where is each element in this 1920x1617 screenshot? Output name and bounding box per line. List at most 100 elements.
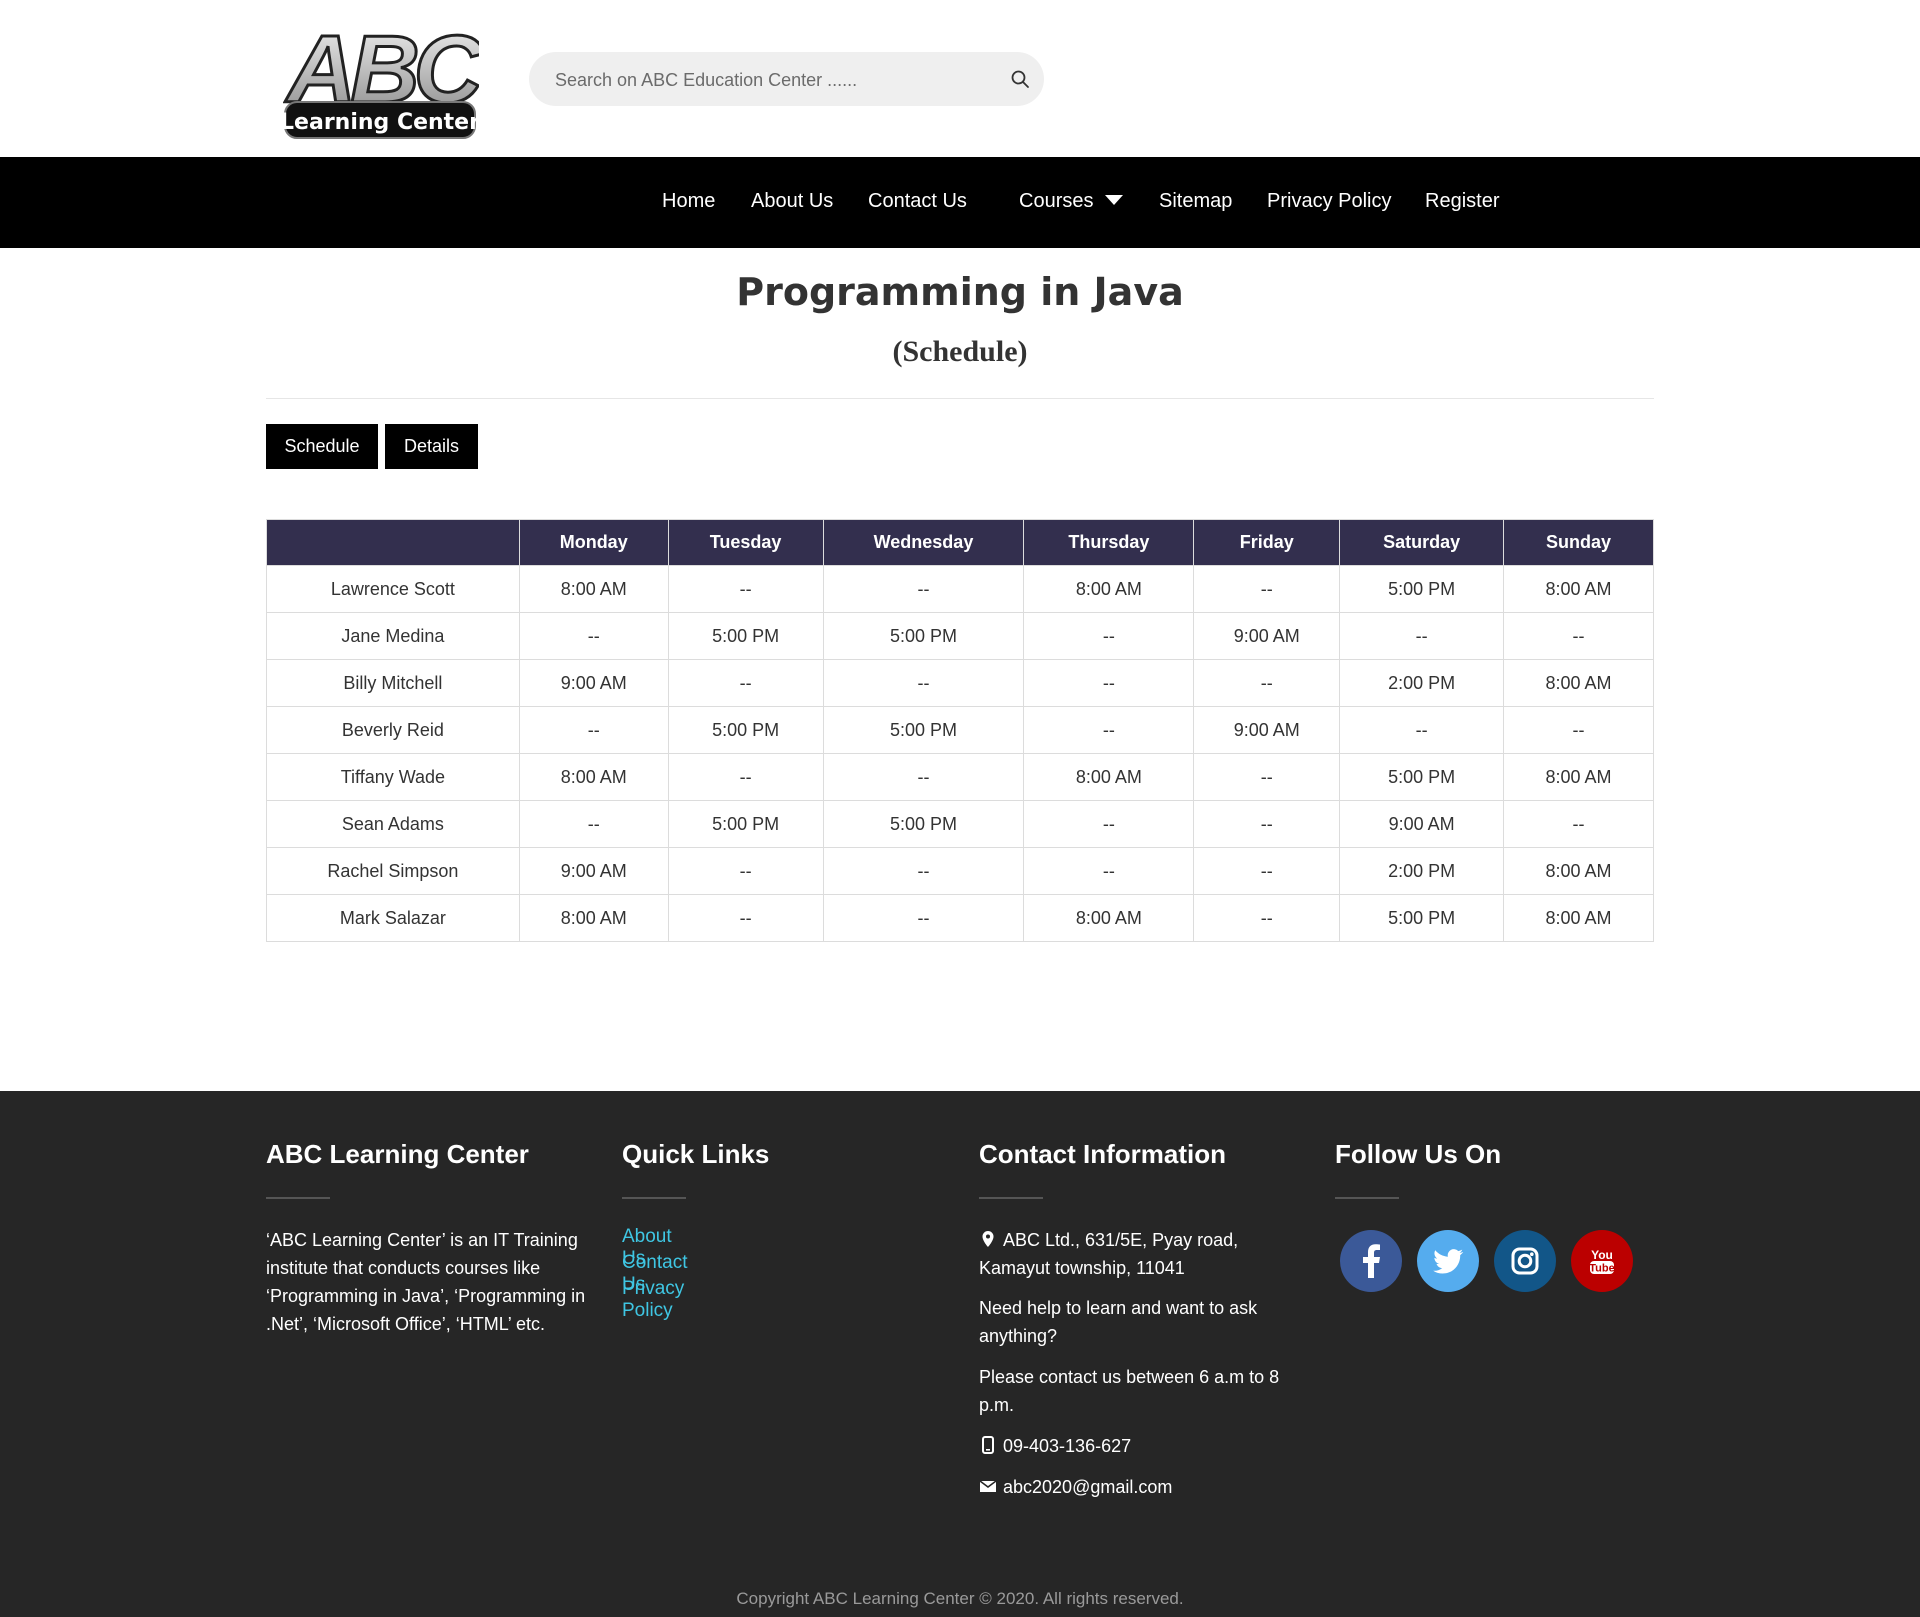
schedule-time-cell: -- [1339, 612, 1505, 660]
schedule-time-cell: -- [667, 659, 824, 707]
svg-text:Learning Center: Learning Center [283, 110, 479, 135]
search-icon[interactable] [1010, 69, 1030, 89]
schedule-time-cell: 2:00 PM [1339, 847, 1505, 895]
contact-phone-text: 09-403-136-627 [1003, 1436, 1132, 1456]
schedule-time-cell: 5:00 PM [667, 612, 824, 660]
footer-follow-heading: Follow Us On [1335, 1139, 1502, 1169]
table-header-cell: Saturday [1339, 519, 1505, 566]
contact-address-text: ABC Ltd., 631/5E, Pyay road, Kamayut tow… [979, 1230, 1239, 1278]
instructor-name-cell: Lawrence Scott [266, 565, 520, 613]
search-input[interactable] [553, 52, 987, 108]
instructor-name-cell: Rachel Simpson [266, 847, 520, 895]
table-header-cell: Sunday [1503, 519, 1654, 566]
schedule-time-cell: -- [1023, 612, 1195, 660]
schedule-time-cell: 9:00 AM [518, 659, 669, 707]
twitter-icon [1417, 1230, 1479, 1292]
svg-text:Tube: Tube [1589, 1263, 1614, 1275]
table-row: Lawrence Scott 8:00 AM -- -- 8:00 AM -- 5:00 P… [266, 565, 1654, 613]
instagram-link[interactable] [1494, 1230, 1556, 1292]
table-row: Sean Adams -- 5:00 PM 5:00 PM -- -- 9:00 AM -- [266, 800, 1654, 848]
table-header-cell: Thursday [1023, 519, 1195, 566]
schedule-time-cell: 8:00 AM [1503, 565, 1654, 613]
schedule-time-cell: 8:00 AM [518, 894, 669, 942]
nav-contact-us[interactable]: Contact Us [868, 157, 967, 248]
schedule-time-cell: -- [667, 565, 824, 613]
schedule-time-cell: 8:00 AM [1503, 659, 1654, 707]
nav-courses-label: Courses [1019, 190, 1094, 212]
nav-about-us[interactable]: About Us [751, 157, 833, 248]
youtube-icon: You Tube [1571, 1230, 1633, 1292]
search-bar [529, 52, 1044, 108]
table-header-cell: Wednesday [822, 519, 1025, 566]
nav-privacy-policy[interactable]: Privacy Policy [1267, 157, 1391, 248]
schedule-time-cell: -- [1503, 800, 1654, 848]
contact-hours: Please contact us between 6 a.m to 8 p.m… [979, 1367, 1280, 1415]
schedule-time-cell: -- [822, 847, 1025, 895]
table-row: Billy Mitchell 9:00 AM -- -- -- -- 2:00 PM 8:00… [266, 659, 1654, 707]
schedule-time-cell: 8:00 AM [1023, 753, 1195, 801]
nav-sitemap[interactable]: Sitemap [1159, 157, 1232, 248]
page-title: Programming in Java [736, 270, 1184, 314]
schedule-table: Monday Tuesday Wednesday Thursday Friday… [266, 519, 1654, 942]
schedule-time-cell: -- [1023, 659, 1195, 707]
main-nav: Home About Us Contact Us Courses Sitemap… [0, 157, 1920, 248]
schedule-time-cell: 8:00 AM [1023, 894, 1195, 942]
schedule-time-cell: -- [822, 894, 1025, 942]
schedule-time-cell: -- [667, 847, 824, 895]
schedule-time-cell: 9:00 AM [518, 847, 669, 895]
tab-details[interactable]: Details [385, 424, 478, 469]
table-row: Mark Salazar 8:00 AM -- -- 8:00 AM -- 5:00 PM 8… [266, 894, 1654, 942]
nav-register[interactable]: Register [1425, 157, 1499, 248]
schedule-time-cell: 5:00 PM [822, 612, 1025, 660]
schedule-time-cell: 5:00 PM [667, 706, 824, 754]
instructor-name-cell: Mark Salazar [266, 894, 520, 942]
tab-schedule[interactable]: Schedule [266, 424, 378, 469]
map-marker-icon [982, 1231, 994, 1247]
instructor-name-cell: Jane Medina [266, 612, 520, 660]
schedule-time-cell: 9:00 AM [1193, 706, 1341, 754]
youtube-link[interactable]: You Tube [1571, 1230, 1633, 1292]
table-row: Rachel Simpson 9:00 AM -- -- -- -- 2:00 PM 8:00… [266, 847, 1654, 895]
schedule-time-cell: -- [1023, 847, 1195, 895]
heading-underline [1335, 1197, 1399, 1199]
table-header-cell [266, 519, 520, 566]
schedule-time-cell: 8:00 AM [518, 565, 669, 613]
contact-email-text: abc2020@gmail.com [1003, 1477, 1173, 1497]
schedule-table-body: Lawrence Scott 8:00 AM -- -- 8:00 AM -- 5:00 P… [266, 565, 1654, 942]
schedule-time-cell: 5:00 PM [1339, 894, 1505, 942]
site-header: ABC Learning Center [0, 0, 1920, 157]
schedule-time-cell: -- [1193, 894, 1341, 942]
site-footer: ABC Learning Center ‘ABC Learning Center… [0, 1091, 1920, 1617]
schedule-time-cell: -- [518, 612, 669, 660]
caret-down-icon [1105, 195, 1124, 205]
envelope-icon [979, 1480, 997, 1492]
facebook-icon [1340, 1230, 1402, 1292]
footer-about-heading: ABC Learning Center [266, 1139, 529, 1169]
divider [266, 398, 1654, 399]
schedule-time-cell: -- [1503, 706, 1654, 754]
contact-address: ABC Ltd., 631/5E, Pyay road, Kamayut tow… [979, 1226, 1299, 1282]
schedule-time-cell: -- [1023, 800, 1195, 848]
schedule-time-cell: 5:00 PM [822, 800, 1025, 848]
twitter-link[interactable] [1417, 1230, 1479, 1292]
site-logo[interactable]: ABC Learning Center [280, 15, 492, 142]
nav-courses[interactable]: Courses [1019, 157, 1124, 248]
schedule-time-cell: -- [822, 659, 1025, 707]
contact-email: abc2020@gmail.com [979, 1473, 1299, 1501]
facebook-link[interactable] [1340, 1230, 1402, 1292]
schedule-time-cell: 8:00 AM [1023, 565, 1195, 613]
schedule-time-cell: 8:00 AM [1503, 753, 1654, 801]
contact-help: Need help to learn and want to ask anyth… [979, 1298, 1258, 1346]
page-subtitle: (Schedule) [892, 335, 1028, 368]
nav-home[interactable]: Home [662, 157, 715, 248]
copyright-text: Copyright ABC Learning Center © 2020. Al… [736, 1589, 1184, 1608]
table-header-cell: Monday [518, 519, 669, 566]
footer-link-privacy-policy[interactable]: Privacy Policy [622, 1278, 684, 1322]
schedule-time-cell: -- [822, 565, 1025, 613]
footer-quick-links-heading: Quick Links [622, 1139, 770, 1169]
contact-phone: 09-403-136-627 [979, 1432, 1299, 1460]
instructor-name-cell: Tiffany Wade [266, 753, 520, 801]
schedule-time-cell: -- [518, 706, 669, 754]
heading-underline [979, 1197, 1043, 1199]
schedule-time-cell: 8:00 AM [1503, 894, 1654, 942]
